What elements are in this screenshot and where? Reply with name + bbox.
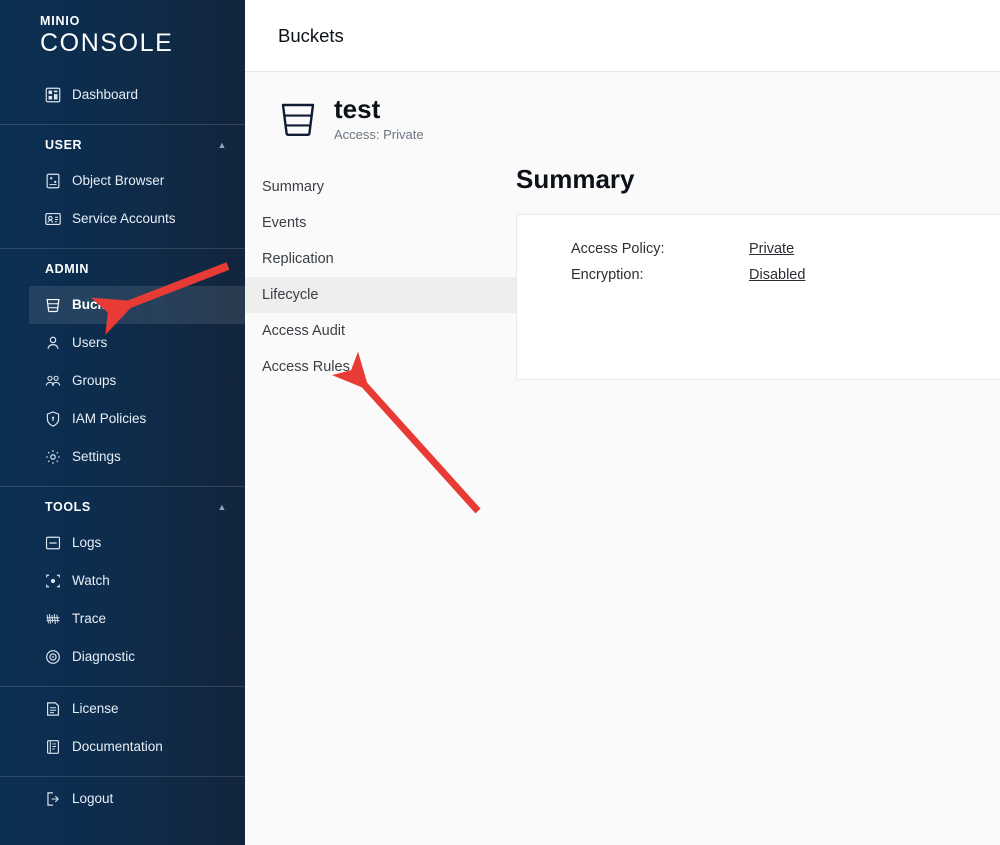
summary-card: Access Policy: Private Encryption: Disab… — [516, 214, 1000, 380]
tab-access-audit[interactable]: Access Audit — [245, 313, 516, 349]
sidebar-item-label: Watch — [72, 573, 110, 589]
sidebar-item-label: License — [72, 701, 119, 717]
sidebar-group-user: USER ▲ Object Browser Service Accounts — [0, 124, 245, 248]
trace-icon — [44, 610, 62, 628]
sidebar-group-header-tools[interactable]: TOOLS ▲ — [0, 490, 245, 524]
service-accounts-icon — [44, 210, 62, 228]
sidebar-item-label: Documentation — [72, 739, 163, 755]
sidebar-item-service-accounts[interactable]: Service Accounts — [0, 200, 245, 238]
content-row: Summary Events Replication Lifecycle Acc… — [245, 164, 1000, 385]
tab-access-rules[interactable]: Access Rules — [245, 349, 516, 385]
gear-icon — [44, 448, 62, 466]
sidebar-item-logs[interactable]: Logs — [0, 524, 245, 562]
tab-summary[interactable]: Summary — [245, 169, 516, 205]
sidebar-group-tools: TOOLS ▲ Logs Watch Trace Diagnostic — [0, 486, 245, 686]
sidebar-item-watch[interactable]: Watch — [0, 562, 245, 600]
panel-title: Summary — [516, 164, 635, 194]
sidebar: MINIO CONSOLE Dashboard USER ▲ Object Br… — [0, 0, 245, 845]
brand-console-text: CONSOLE — [40, 29, 174, 57]
access-policy-value-link[interactable]: Private — [749, 241, 794, 257]
shield-lock-icon — [44, 410, 62, 428]
summary-row-encryption: Encryption: Disabled — [571, 267, 1000, 293]
bucket-header-texts: test Access: Private — [334, 93, 424, 144]
sidebar-item-label: Service Accounts — [72, 211, 176, 227]
sidebar-group-header-user[interactable]: USER ▲ — [0, 128, 245, 162]
sidebar-item-groups[interactable]: Groups — [0, 362, 245, 400]
tab-label: Access Rules — [262, 359, 350, 375]
sidebar-group-label: USER — [45, 138, 83, 152]
tab-label: Replication — [262, 251, 334, 267]
chevron-up-icon[interactable]: ▲ — [217, 140, 227, 150]
sidebar-item-label: Buckets — [72, 297, 125, 313]
page-title: Buckets — [278, 24, 344, 46]
page-header: Buckets — [245, 0, 1000, 72]
sidebar-item-object-browser[interactable]: Object Browser — [0, 162, 245, 200]
main-content: Buckets test Access: Private Summary Eve… — [245, 0, 1000, 845]
dashboard-icon — [44, 86, 62, 104]
documentation-icon — [44, 738, 62, 756]
bucket-tabs: Summary Events Replication Lifecycle Acc… — [245, 164, 516, 385]
sidebar-item-label: IAM Policies — [72, 411, 147, 427]
groups-icon — [44, 372, 62, 390]
sidebar-group-label: TOOLS — [45, 500, 91, 514]
bucket-access-line: Access: Private — [334, 126, 424, 142]
sidebar-item-documentation[interactable]: Documentation — [0, 728, 245, 766]
sidebar-item-label: Trace — [72, 611, 107, 627]
sidebar-item-iam-policies[interactable]: IAM Policies — [0, 400, 245, 438]
tab-label: Lifecycle — [262, 287, 319, 303]
license-icon — [44, 700, 62, 718]
diagnostic-icon — [44, 648, 62, 666]
encryption-value-link[interactable]: Disabled — [749, 267, 805, 283]
sidebar-item-logout[interactable]: Logout — [0, 780, 245, 818]
tab-label: Access Audit — [262, 323, 346, 339]
chevron-up-icon[interactable]: ▲ — [217, 264, 227, 274]
sidebar-group-header-admin[interactable]: ADMIN ▲ — [0, 252, 245, 286]
summary-row-access-policy: Access Policy: Private — [571, 241, 1000, 267]
sidebar-item-label: Users — [72, 335, 108, 351]
bucket-name: test — [334, 93, 381, 124]
sidebar-item-label: Object Browser — [72, 173, 165, 189]
bucket-header: test Access: Private — [245, 72, 1000, 144]
sidebar-item-label: Dashboard — [72, 87, 139, 103]
summary-row-label: Access Policy: — [571, 241, 665, 257]
sidebar-group-admin: ADMIN ▲ Buckets Users Groups IAM Policie… — [0, 248, 245, 486]
minio-console-window: MINIO CONSOLE Dashboard USER ▲ Object Br… — [0, 0, 1000, 845]
sidebar-item-trace[interactable]: Trace — [0, 600, 245, 638]
sidebar-group-resources: License Documentation — [0, 686, 245, 776]
object-browser-icon — [44, 172, 62, 190]
brand-logo[interactable]: MINIO CONSOLE — [0, 0, 245, 76]
sidebar-item-label: Diagnostic — [72, 649, 136, 665]
tab-label: Events — [262, 215, 307, 231]
bucket-icon — [276, 97, 320, 141]
sidebar-item-label: Groups — [72, 373, 117, 389]
sidebar-item-diagnostic[interactable]: Diagnostic — [0, 638, 245, 676]
summary-row-label: Encryption: — [571, 267, 644, 283]
sidebar-group-session: Logout — [0, 776, 245, 818]
sidebar-item-users[interactable]: Users — [0, 324, 245, 362]
sidebar-group-top: Dashboard — [0, 76, 245, 124]
brand-minio-text: MINIO — [40, 14, 81, 28]
sidebar-item-dashboard[interactable]: Dashboard — [0, 76, 245, 114]
watch-icon — [44, 572, 62, 590]
sidebar-item-buckets[interactable]: Buckets — [29, 286, 245, 324]
tab-replication[interactable]: Replication — [245, 241, 516, 277]
logs-icon — [44, 534, 62, 552]
sidebar-item-label: Settings — [72, 449, 121, 465]
logout-icon — [44, 790, 62, 808]
tab-label: Summary — [262, 179, 325, 195]
bucket-icon — [44, 296, 62, 314]
tab-events[interactable]: Events — [245, 205, 516, 241]
user-icon — [44, 334, 62, 352]
chevron-up-icon[interactable]: ▲ — [217, 502, 227, 512]
summary-panel: Summary Access Policy: Private Encryptio… — [516, 164, 1000, 385]
sidebar-item-label: Logout — [72, 791, 114, 807]
sidebar-item-label: Logs — [72, 535, 102, 551]
tab-lifecycle[interactable]: Lifecycle — [245, 277, 516, 313]
sidebar-item-settings[interactable]: Settings — [0, 438, 245, 476]
sidebar-item-license[interactable]: License — [0, 690, 245, 728]
sidebar-group-label: ADMIN — [45, 262, 89, 276]
